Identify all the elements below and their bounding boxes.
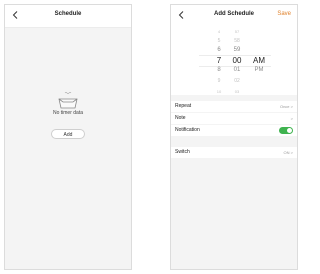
switch-row[interactable]: Switch ON > bbox=[171, 147, 297, 158]
chevron-right-icon: > bbox=[290, 115, 293, 121]
minute-wheel[interactable]: 57 58 59 00 01 02 03 bbox=[226, 27, 248, 95]
hour-option[interactable]: 6 bbox=[211, 47, 227, 53]
schedule-screen: Schedule No timer data Add bbox=[4, 4, 132, 270]
chevron-right-icon: > bbox=[290, 103, 293, 109]
minute-option[interactable]: 01 bbox=[226, 67, 248, 73]
switch-label: Switch bbox=[175, 149, 190, 155]
minute-option[interactable]: 03 bbox=[226, 89, 248, 94]
ampm-option[interactable]: AM bbox=[251, 56, 267, 65]
hour-wheel[interactable]: 4 5 6 7 8 9 10 bbox=[211, 27, 227, 95]
note-value: > bbox=[291, 116, 293, 121]
notification-toggle[interactable] bbox=[279, 127, 293, 134]
hour-option[interactable]: 4 bbox=[211, 29, 227, 34]
hour-option[interactable]: 7 bbox=[211, 56, 227, 65]
add-button[interactable]: Add bbox=[51, 129, 85, 139]
add-schedule-screen: Add Schedule Save 4 5 6 7 8 9 10 57 58 59 00 01 02 0… bbox=[170, 4, 298, 270]
header: Add Schedule Save bbox=[171, 5, 297, 28]
ampm-option[interactable]: PM bbox=[251, 67, 267, 73]
save-button[interactable]: Save bbox=[277, 11, 291, 17]
header: Schedule bbox=[5, 5, 131, 28]
chevron-right-icon: > bbox=[290, 149, 293, 155]
toggle-knob bbox=[287, 128, 292, 133]
ampm-wheel[interactable]: AM PM bbox=[251, 27, 267, 95]
notification-row: Notification bbox=[171, 125, 297, 136]
switch-value: ON > bbox=[283, 149, 293, 155]
repeat-label: Repeat bbox=[175, 103, 192, 109]
hour-option[interactable]: 10 bbox=[211, 89, 227, 94]
minute-option[interactable]: 58 bbox=[226, 38, 248, 44]
hour-option[interactable]: 8 bbox=[211, 67, 227, 73]
minute-option[interactable]: 00 bbox=[226, 56, 248, 65]
minute-option[interactable]: 57 bbox=[226, 29, 248, 34]
repeat-row[interactable]: Repeat Once > bbox=[171, 101, 297, 112]
notification-label: Notification bbox=[175, 127, 200, 133]
empty-box-icon bbox=[56, 90, 80, 112]
note-row[interactable]: Note > bbox=[171, 113, 297, 124]
repeat-value: Once > bbox=[279, 103, 293, 109]
empty-state-text: No timer data bbox=[52, 110, 83, 116]
time-picker[interactable]: 4 5 6 7 8 9 10 57 58 59 00 01 02 03 AM PM bbox=[171, 27, 297, 95]
minute-option[interactable]: 02 bbox=[226, 78, 248, 84]
hour-option[interactable]: 5 bbox=[211, 38, 227, 44]
hour-option[interactable]: 9 bbox=[211, 78, 227, 84]
page-title: Schedule bbox=[54, 11, 82, 17]
minute-option[interactable]: 59 bbox=[226, 47, 248, 53]
note-label: Note bbox=[175, 115, 186, 121]
